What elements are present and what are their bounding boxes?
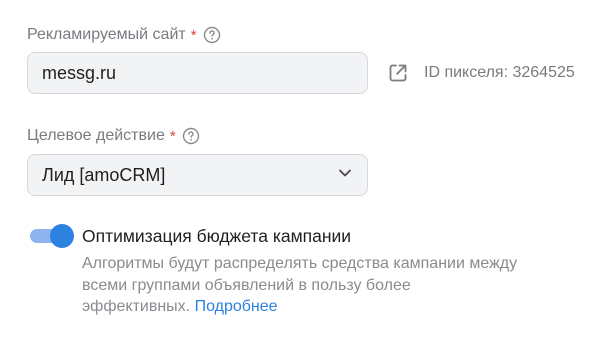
site-input-value: messg.ru [42,62,117,83]
question-circle-icon[interactable] [182,127,200,145]
budget-description-line-3: эффективных. Подробнее [82,298,278,316]
budget-optimization-toggle[interactable] [30,224,74,248]
site-field-label: Рекламируемый сайт * [27,26,221,44]
external-link-icon[interactable] [387,62,409,84]
question-circle-icon[interactable] [203,26,221,44]
budget-description-line-1: Алгоритмы будут распределять средства ка… [82,255,518,272]
target-action-select[interactable]: Лид [amoCRM] [27,154,368,196]
required-mark: * [190,26,197,44]
target-action-value: Лид [amoCRM] [42,164,166,185]
action-field-label: Целевое действие * [27,127,200,145]
site-label-text: Рекламируемый сайт [27,26,186,43]
budget-description-tail: эффективных. [82,298,191,315]
learn-more-link[interactable]: Подробнее [195,298,278,315]
toggle-knob [50,224,74,248]
chevron-down-icon [337,165,353,186]
campaign-settings-form: Рекламируемый сайт * messg.ru ID пикселя… [0,0,602,346]
budget-optimization-title: Оптимизация бюджета кампании [82,226,352,246]
site-input[interactable]: messg.ru [27,52,368,94]
budget-description-line-2: всеми группами объявлений в пользу более [82,277,411,294]
action-label-text: Целевое действие [27,127,165,144]
required-mark: * [169,127,176,145]
pixel-id-text: ID пикселя: 3264525 [424,64,575,81]
